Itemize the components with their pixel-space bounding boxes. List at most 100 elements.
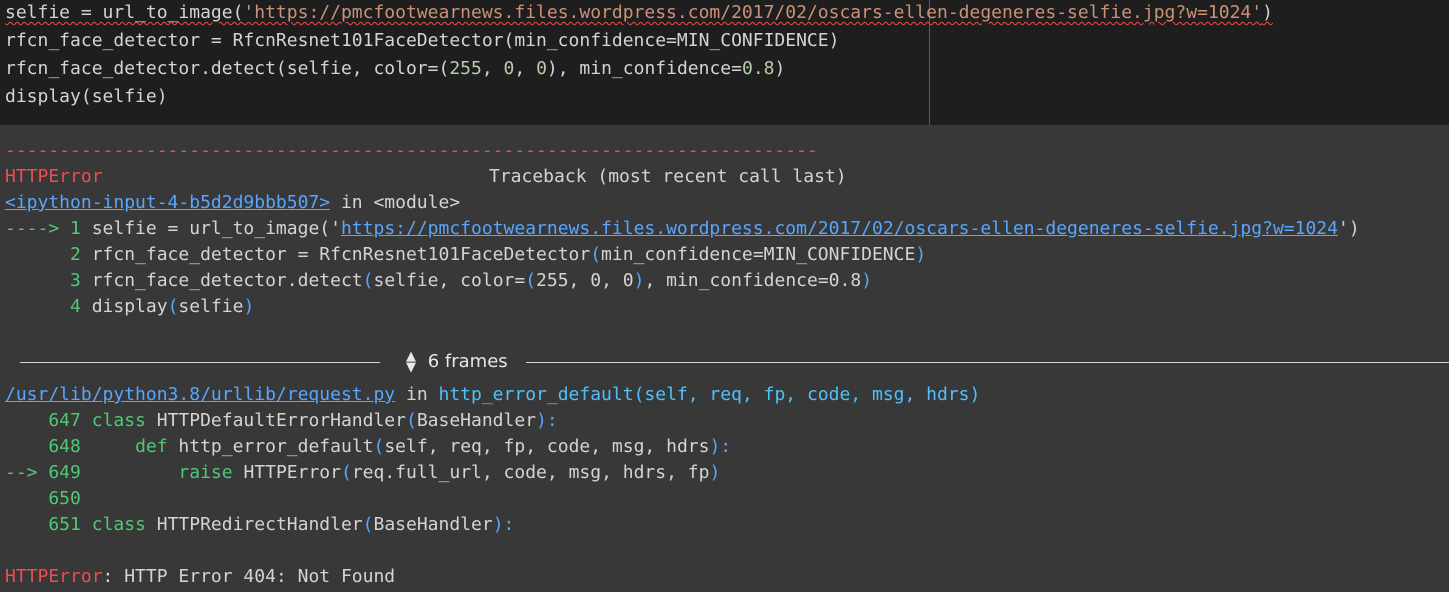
code-line-3[interactable]: rfcn_face_detector.detect(selfie, color=… <box>5 56 785 82</box>
traceback-line-number: 3 <box>5 270 92 291</box>
traceback-line-2: 2 rfcn_face_detector = RfcnResnet101Face… <box>5 242 926 268</box>
code-line-3-sep-1: , <box>481 58 504 79</box>
traceback-line-3-tuple: 255, 0, 0 <box>536 270 634 291</box>
traceback-line-4-args: selfie <box>178 296 244 317</box>
traceback-title: Traceback (most recent call last) <box>489 166 847 187</box>
traceback-line-number: 2 <box>5 244 92 265</box>
exception-args: req.full_url, code, msg, hdrs, fp <box>351 462 710 483</box>
paren: ) <box>709 462 721 483</box>
code-line-4[interactable]: display(selfie) <box>5 84 168 110</box>
keyword-raise: raise <box>178 462 244 483</box>
frame-line-number: 648 <box>5 436 92 457</box>
frame-error-arrow: --> 649 <box>5 462 92 483</box>
code-line-1-text: selfie = url_to_image( <box>5 2 244 23</box>
traceback-separator: ----------------------------------------… <box>5 140 818 161</box>
final-error-name: HTTPError <box>5 566 103 587</box>
paren: ): <box>709 436 732 457</box>
frame-function-signature: http_error_default(self, req, fp, code, … <box>438 384 981 405</box>
traceback-line-3-paren: ) <box>633 270 645 291</box>
frame-line-651: 651 class HTTPRedirectHandler(BaseHandle… <box>5 512 514 538</box>
keyword-class: class <box>91 410 157 431</box>
code-line-3-num-4: 0.8 <box>741 58 775 79</box>
traceback-line-4-paren: ) <box>243 296 255 317</box>
function-args: self, req, fp, code, msg, hdrs <box>384 436 710 457</box>
traceback-arrow: ----> 1 <box>5 218 92 239</box>
code-line-1-close: ) <box>1262 2 1273 23</box>
base-class-name: BaseHandler <box>373 514 493 535</box>
class-name: HTTPRedirectHandler <box>156 514 363 535</box>
error-name: HTTPError <box>5 166 103 187</box>
traceback-source-line: <ipython-input-4-b5d2d9bbb507> in <modul… <box>5 190 460 216</box>
code-line-3-sep-2: , <box>514 58 537 79</box>
frames-label: 6 frames <box>427 351 508 372</box>
paren: ): <box>536 410 558 431</box>
code-line-1-error-squiggle: selfie = url_to_image('https://pmcfootwe… <box>5 2 1273 23</box>
ipython-input-link[interactable]: <ipython-input-4-b5d2d9bbb507> <box>5 192 330 213</box>
final-error-line: HTTPError: HTTP Error 404: Not Found <box>5 564 395 590</box>
file-in-text: in <box>395 384 439 405</box>
code-line-3-text: rfcn_face_detector.detect(selfie, color=… <box>5 58 450 79</box>
code-line-3-num-3: 0 <box>536 58 547 79</box>
traceback-line-4: 4 display(selfie) <box>5 294 254 320</box>
paren: ( <box>362 514 374 535</box>
frame-line-649: --> 649 raise HTTPError(req.full_url, co… <box>5 460 720 486</box>
traceback-header: HTTPError Traceback (most recent call las… <box>5 164 847 190</box>
frame-line-648: 648 def http_error_default(self, req, fp… <box>5 434 731 460</box>
frames-divider-row: ▲ ▼ 6 frames <box>0 349 1449 375</box>
code-line-4-text: display(selfie) <box>5 86 168 107</box>
frame-line-number: 651 <box>5 514 92 535</box>
traceback-line-1-quote-open: ' <box>330 218 341 239</box>
traceback-line-1-code: selfie = url_to_image( <box>91 218 331 239</box>
traceback-line-4-code: display <box>91 296 168 317</box>
code-line-3-num-2: 0 <box>503 58 515 79</box>
traceback-line-3-code: rfcn_face_detector.detect <box>91 270 363 291</box>
traceback-line-2-args: min_confidence=MIN_CONFIDENCE <box>601 244 916 265</box>
traceback-line-2-paren: ( <box>590 244 602 265</box>
final-error-message: : HTTP Error 404: Not Found <box>102 566 396 587</box>
traceback-line-1-close: ) <box>1348 218 1360 239</box>
traceback-line-3-paren: ( <box>362 270 374 291</box>
frames-divider-right <box>526 362 1449 363</box>
frame-line-647: 647 class HTTPDefaultErrorHandler(BaseHa… <box>5 408 558 434</box>
in-module-text: in <module> <box>330 192 461 213</box>
code-cell-editor[interactable]: selfie = url_to_image('https://pmcfootwe… <box>0 0 1449 125</box>
paren: ): <box>492 514 515 535</box>
traceback-line-3: 3 rfcn_face_detector.detect(selfie, colo… <box>5 268 872 294</box>
paren: ( <box>340 462 352 483</box>
traceback-line-2-paren: ) <box>915 244 927 265</box>
traceback-line-4-paren: ( <box>167 296 179 317</box>
traceback-line-number: 4 <box>5 296 92 317</box>
frame-line-number: 647 <box>5 410 92 431</box>
code-line-2[interactable]: rfcn_face_detector = RfcnResnet101FaceDe… <box>5 28 839 54</box>
unfold-chevrons-icon: ▲ ▼ <box>406 349 416 375</box>
code-line-3-sep-3: ), min_confidence= <box>546 58 742 79</box>
traceback-line-3-rest: , min_confidence=0.8 <box>644 270 862 291</box>
traceback-line-3-paren: ) <box>861 270 873 291</box>
traceback-line-3-paren: ( <box>525 270 537 291</box>
traceback-line-1-quote-close: ' <box>1337 218 1349 239</box>
keyword-class: class <box>91 514 157 535</box>
paren: ( <box>373 436 385 457</box>
base-class-name: BaseHandler <box>416 410 537 431</box>
frame-line-650: 650 <box>5 486 81 512</box>
frames-divider-left <box>20 362 380 363</box>
frames-toggle-button[interactable]: ▲ ▼ 6 frames <box>400 349 508 375</box>
keyword-def: def <box>135 436 179 457</box>
paren: ( <box>405 410 417 431</box>
frame-file-line: /usr/lib/python3.8/urllib/request.py in … <box>5 382 980 408</box>
frame-line-number: 650 <box>5 488 81 509</box>
traceback-line-2-code: rfcn_face_detector = RfcnResnet101FaceDe… <box>91 244 591 265</box>
function-name: http_error_default <box>178 436 374 457</box>
code-line-1[interactable]: selfie = url_to_image('https://pmcfootwe… <box>5 0 1273 26</box>
traceback-line-1: ----> 1 selfie = url_to_image('https://p… <box>5 216 1360 242</box>
exception-name: HTTPError <box>243 462 341 483</box>
traceback-url-link[interactable]: https://pmcfootwearnews.files.wordpress.… <box>341 218 1338 239</box>
code-line-1-url-string: 'https://pmcfootwearnews.files.wordpress… <box>243 2 1263 23</box>
file-path-link[interactable]: /usr/lib/python3.8/urllib/request.py <box>5 384 395 405</box>
cell-output: ----------------------------------------… <box>0 125 1449 592</box>
class-name: HTTPDefaultErrorHandler <box>156 410 406 431</box>
code-line-3-sep-4: ) <box>774 58 786 79</box>
traceback-line-3-args: selfie, color= <box>373 270 526 291</box>
